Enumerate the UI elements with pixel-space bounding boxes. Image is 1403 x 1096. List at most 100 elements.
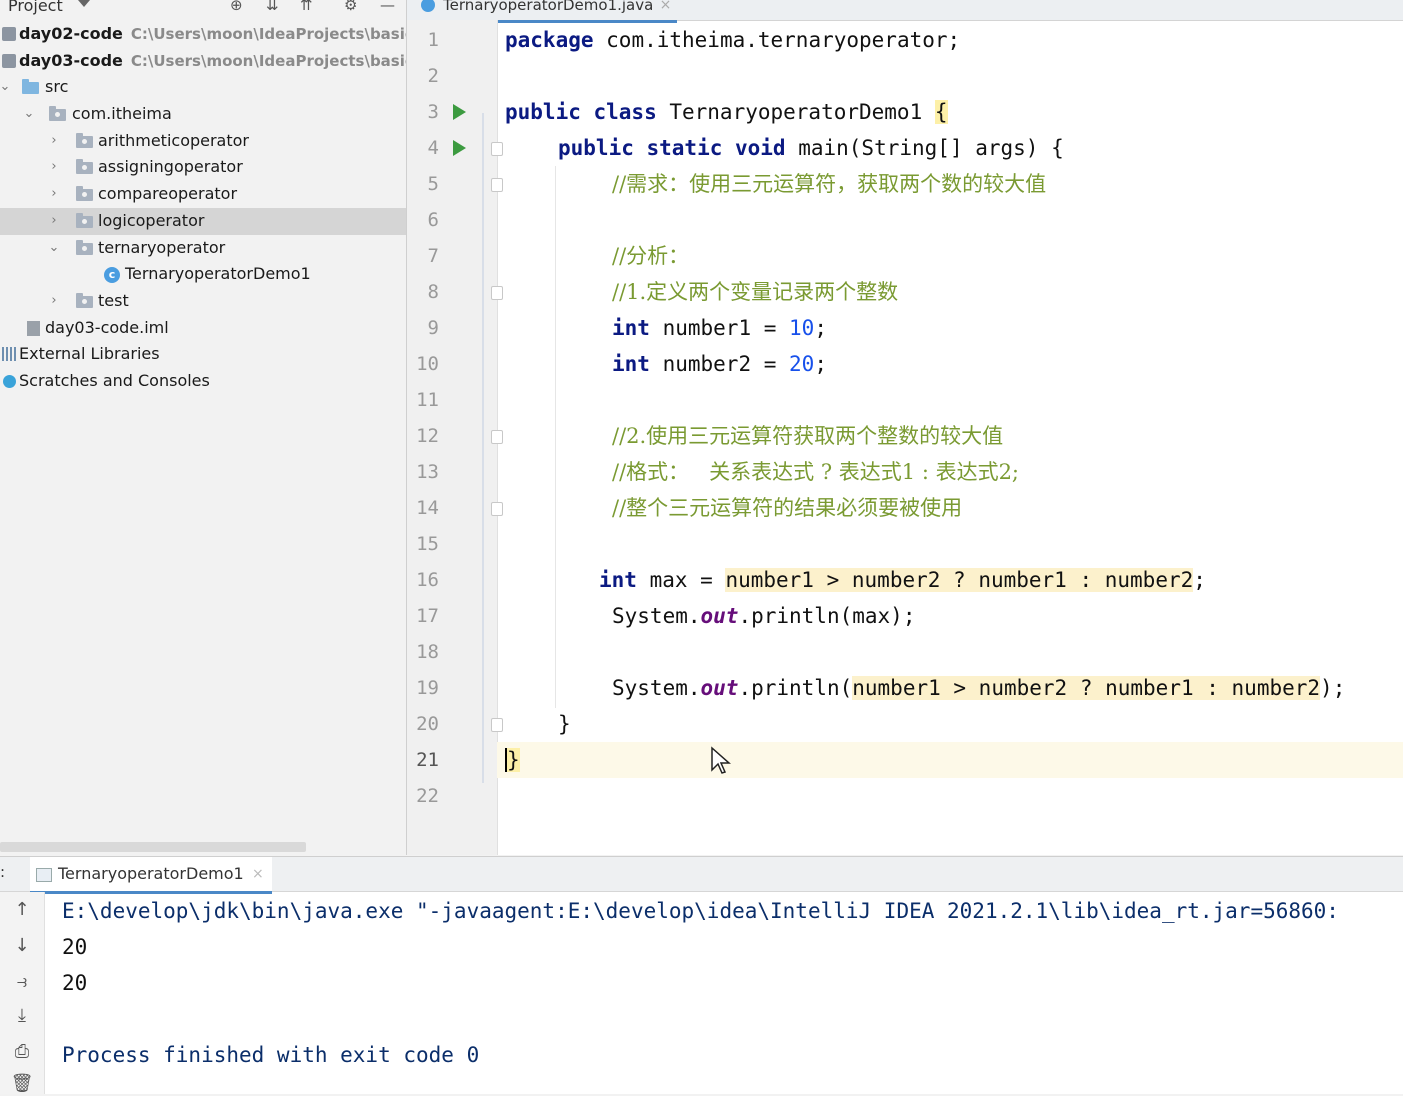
fold-marker-icon[interactable] [491, 286, 503, 300]
line-number: 10 [416, 353, 439, 375]
code-comment: //需求：使用三元运算符，获取两个数的较大值 [612, 172, 1047, 196]
tree-item-path: C:\Users\moon\IdeaProjects\basic-code [130, 51, 406, 70]
run-tab[interactable]: TernaryoperatorDemo1 × [30, 857, 272, 894]
code-line: int number2 = 20; [612, 352, 827, 376]
close-icon[interactable]: × [252, 857, 264, 891]
line-number: 2 [427, 65, 439, 87]
tree-item-label: day03-code [19, 50, 123, 70]
code-line: public static void main(String[] args) { [558, 136, 1064, 160]
horizontal-scrollbar[interactable] [0, 842, 306, 852]
tree-item-day02-code[interactable]: day02-code C:\Users\moon\IdeaProjects\bas… [0, 21, 406, 48]
run-gutter-icon[interactable] [453, 104, 466, 120]
project-title[interactable]: Project [8, 0, 63, 15]
chevron-right-icon[interactable]: › [47, 128, 61, 155]
project-panel: Project ⊕ ⇊ ⇈ ⚙ — day02-code C:\Users\moo… [0, 0, 407, 855]
gear-icon[interactable]: ⚙ [344, 0, 357, 14]
code-comment: //分析： [612, 244, 690, 268]
arrow-down-icon[interactable]: ↓ [10, 934, 34, 958]
chevron-right-icon[interactable]: › [47, 181, 61, 208]
line-number: 7 [427, 245, 439, 267]
tree-item-logicoperator[interactable]: › logicoperator [0, 207, 406, 235]
close-icon[interactable]: × [660, 0, 672, 20]
line-number: 8 [427, 281, 439, 303]
fold-marker-icon[interactable] [491, 430, 503, 444]
gutter-separator [482, 113, 484, 783]
indent-guide [555, 166, 556, 708]
tree-item-day03-code-iml[interactable]: day03-code.iml [0, 315, 406, 342]
console-line: 20 [62, 971, 88, 995]
line-number: 21 [416, 749, 439, 771]
chevron-down-icon[interactable] [78, 0, 90, 7]
run-tab-label: TernaryoperatorDemo1 [58, 864, 244, 883]
tree-item-label: ternaryoperator [98, 237, 226, 257]
trash-icon[interactable]: 🗑 [10, 1072, 34, 1096]
package-icon [76, 132, 93, 148]
tree-item-ternaryoperatordemo1[interactable]: c TernaryoperatorDemo1 [0, 261, 406, 288]
java-class-icon [421, 0, 435, 12]
tree-item-label: assigningoperator [98, 157, 243, 177]
tree-item-scratches[interactable]: Scratches and Consoles [0, 368, 406, 395]
project-tree: day02-code C:\Users\moon\IdeaProjects\bas… [0, 21, 406, 395]
mouse-pointer-icon [711, 746, 731, 774]
run-toolbar: ↑ ↓ ⥽ ⤓ ⎙ 🗑 [0, 892, 45, 1094]
fold-marker-icon[interactable] [491, 718, 503, 732]
fold-marker-icon[interactable] [491, 142, 503, 156]
line-number: 17 [416, 605, 439, 627]
soft-wrap-icon[interactable]: ⥽ [10, 970, 34, 994]
fold-marker-icon[interactable] [491, 178, 503, 192]
line-number: 3 [427, 101, 439, 123]
tree-item-external-libraries[interactable]: External Libraries [0, 341, 406, 368]
line-number: 16 [416, 569, 439, 591]
package-icon [76, 159, 93, 175]
tree-item-label: compareoperator [98, 184, 238, 204]
code-comment: //格式： 关系表达式 ? 表达式1 : 表达式2; [612, 460, 1020, 484]
tree-item-label: logicoperator [98, 210, 205, 230]
module-icon [2, 53, 16, 68]
run-gutter-icon[interactable] [453, 140, 466, 156]
chevron-right-icon[interactable]: › [47, 154, 61, 181]
code-line: package com.itheima.ternaryoperator; [505, 28, 961, 52]
source-folder-icon [22, 79, 39, 95]
arrow-up-icon[interactable]: ↑ [10, 898, 34, 922]
tree-item-label: src [45, 77, 69, 97]
chevron-down-icon[interactable]: ⌄ [47, 235, 61, 262]
tree-item-src[interactable]: ⌄ src [0, 74, 406, 101]
tree-item-day03-code[interactable]: day03-code C:\Users\moon\IdeaProjects\bas… [0, 48, 406, 75]
minimize-icon[interactable]: — [380, 0, 395, 14]
tree-item-test[interactable]: › test [0, 288, 406, 315]
run-tab-bar: : TernaryoperatorDemo1 × [0, 857, 1403, 894]
module-icon [2, 27, 16, 41]
code-editor: TernaryoperatorDemo1.java × 1 2 3 4 5 6 7 8 9 10 1… [407, 0, 1403, 855]
scroll-to-end-icon[interactable]: ⤓ [10, 1004, 34, 1028]
tree-item-ternaryoperator[interactable]: ⌄ ternaryoperator [0, 235, 406, 262]
collapse-all-icon[interactable]: ⇈ [300, 0, 313, 14]
console-line: Process finished with exit code 0 [62, 1043, 480, 1067]
tree-item-label: day03-code.iml [45, 317, 169, 337]
tree-item-com-itheima[interactable]: ⌄ com.itheima [0, 101, 406, 128]
code-comment: //整个三元运算符的结果必须要被使用 [612, 496, 963, 520]
package-icon [49, 106, 66, 122]
tree-item-label: TernaryoperatorDemo1 [125, 264, 311, 284]
line-number: 15 [416, 533, 439, 555]
expand-all-icon[interactable]: ⇊ [266, 0, 279, 14]
project-panel-header: Project ⊕ ⇊ ⇈ ⚙ — [0, 0, 406, 18]
print-icon[interactable]: ⎙ [10, 1040, 34, 1064]
chevron-right-icon[interactable]: › [47, 288, 61, 315]
run-panel: : TernaryoperatorDemo1 × ↑ ↓ ⥽ ⤓ ⎙ 🗑 E:\… [0, 856, 1403, 1094]
tree-item-compareoperator[interactable]: › compareoperator [0, 181, 406, 208]
chevron-down-icon[interactable]: ⌄ [0, 74, 12, 101]
tree-item-assigningoperator[interactable]: › assigningoperator [0, 154, 406, 181]
tree-item-label: Scratches and Consoles [19, 370, 210, 390]
fold-marker-icon[interactable] [491, 502, 503, 516]
code-line: System.out.println(max); [612, 604, 916, 628]
locate-icon[interactable]: ⊕ [230, 0, 243, 14]
console-line: E:\develop\jdk\bin\java.exe "-javaagent:… [62, 899, 1339, 923]
chevron-down-icon[interactable]: ⌄ [22, 101, 36, 128]
run-panel-label: : [0, 863, 6, 881]
tree-item-arithmeticoperator[interactable]: › arithmeticoperator [0, 128, 406, 155]
chevron-right-icon[interactable]: › [47, 208, 61, 235]
tree-item-label: test [98, 290, 129, 310]
code-line: System.out.println(number1 > number2 ? n… [612, 676, 1346, 700]
line-number: 12 [416, 425, 439, 447]
scratches-icon [3, 374, 16, 388]
